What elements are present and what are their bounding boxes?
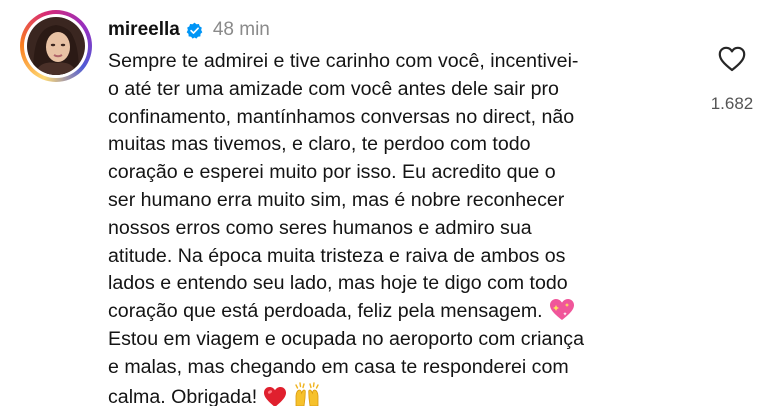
red-heart-emoji — [264, 386, 287, 406]
comment-line: coração que está perdoada, feliz pela me… — [108, 300, 543, 323]
comment-header: mireella 48 min — [108, 16, 270, 44]
comment-text: Sempre te admirei e tive carinho com voc… — [108, 48, 708, 406]
comment-line: o até ter uma amizade com você antes del… — [108, 77, 559, 100]
comment-line-with-emoji: coração que está perdoada, feliz pela me… — [108, 298, 708, 326]
comment-line: Estou em viagem e ocupada no aeroporto c… — [108, 327, 584, 350]
like-count[interactable]: 1.682 — [702, 94, 762, 114]
verified-badge-icon — [186, 22, 203, 39]
comment-item: mireella 48 min Sempre te admirei e tive… — [0, 0, 774, 406]
comment-line: confinamento, mantínhamos conversas no d… — [108, 105, 575, 128]
comment-line: ser humano erra muito sim, mas é nobre r… — [108, 188, 565, 211]
username-link[interactable]: mireella — [108, 19, 180, 41]
sparkling-heart-emoji — [549, 299, 574, 321]
comment-line: nossos erros como seres humanos e admiro… — [108, 216, 532, 239]
avatar-story-ring[interactable] — [20, 10, 92, 82]
comment-timestamp: 48 min — [212, 19, 270, 40]
comment-line: Sempre te admirei e tive carinho com voc… — [108, 50, 579, 72]
raising-hands-emoji — [295, 381, 319, 406]
comment-line: e malas, mas chegando em casa te respond… — [108, 355, 569, 378]
comment-line: lados e entendo seu lado, mas hoje te di… — [108, 272, 568, 295]
heart-outline-icon[interactable] — [718, 46, 746, 72]
avatar-image — [33, 25, 79, 75]
comment-line: muitas mas tivemos, e claro, te perdoo c… — [108, 133, 531, 156]
like-column: 1.682 — [702, 46, 762, 114]
comment-line: atitude. Na época muita tristeza e raiva… — [108, 244, 566, 267]
comment-line: coração e esperei muito por isso. Eu acr… — [108, 161, 556, 184]
comment-line-with-emoji: calma. Obrigada! — [108, 381, 708, 406]
avatar — [27, 17, 85, 75]
comment-line: calma. Obrigada! — [108, 385, 258, 406]
